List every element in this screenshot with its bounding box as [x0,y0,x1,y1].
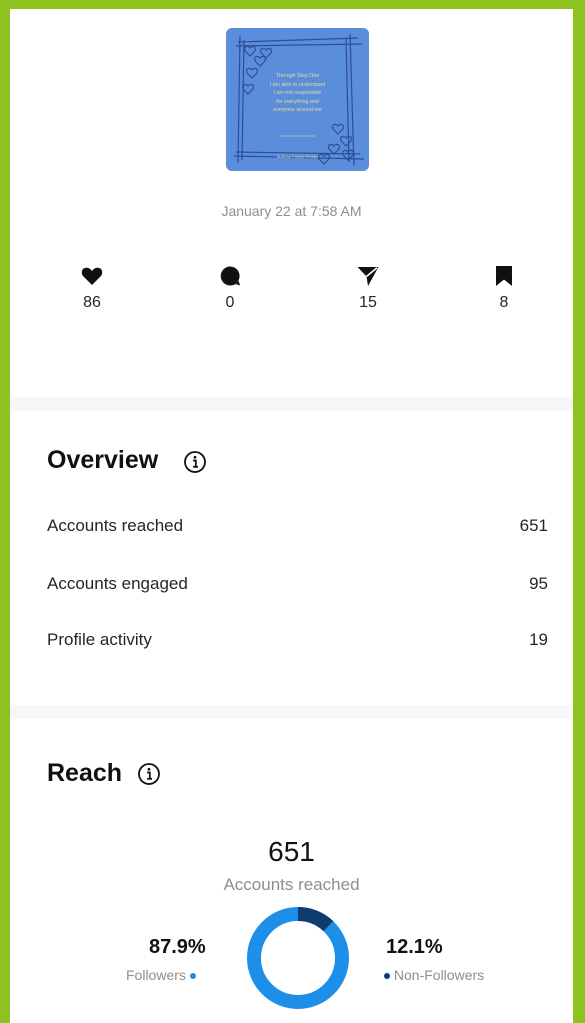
row-label: Profile activity [47,630,152,649]
comments-stat[interactable]: 0 [190,265,270,312]
followers-legend-label: Followers [126,967,186,983]
overview-title: Overview [47,446,159,474]
overview-row-accounts-reached[interactable]: Accounts reached 651 [47,516,548,538]
reach-total: 651 [268,836,315,867]
quote-line: Through Step One [275,73,320,79]
engagement-stats: 86 0 15 8 [10,265,573,325]
row-value: 651 [519,516,548,535]
quote-line: everyone around me [273,107,322,114]
non-followers-dot-icon [384,973,390,980]
quote-signature: Al-Anon Family Groups [276,154,319,159]
reach-total-label: Accounts reached [223,875,360,894]
shares-stat[interactable]: 15 [328,265,408,312]
non-followers-legend-label: Non-Followers [393,967,485,983]
insights-panel: Through Step One I am able to understand… [10,9,573,1023]
post-date: January 22 at 7:58 AM [221,203,362,219]
overview-row-profile-activity[interactable]: Profile activity 19 [47,630,548,652]
bookmark-icon [496,266,512,286]
heart-icon [81,267,103,285]
row-value: 19 [529,630,548,649]
likes-stat[interactable]: 86 [52,265,132,312]
row-value: 95 [529,574,548,593]
saves-stat[interactable]: 8 [464,265,544,312]
comment-icon [220,266,240,286]
quote-line: I am not responsible [273,90,322,97]
comments-count: 0 [225,294,235,311]
info-icon[interactable] [137,762,161,786]
section-divider [10,705,573,719]
row-label: Accounts engaged [47,574,188,593]
post-summary: Through Step One I am able to understand… [10,9,573,397]
non-followers-percent: 12.1% [386,936,443,958]
followers-ring-segment [247,907,349,1009]
share-icon [357,267,379,286]
section-divider [10,397,573,411]
followers-dot-icon [189,973,196,980]
row-label: Accounts reached [47,516,184,535]
shares-count: 15 [359,294,377,311]
likes-count: 86 [83,294,101,311]
followers-legend: Followers [126,967,196,983]
quote-line: for everything and [276,98,319,105]
reach-title: Reach [47,759,123,787]
saves-count: 8 [499,294,509,311]
followers-percent: 87.9% [149,936,206,958]
post-thumbnail[interactable]: Through Step One I am able to understand… [226,28,369,171]
info-icon[interactable] [183,450,207,474]
quote-text: Through Step One I am able to understand… [246,72,349,115]
quote-line: I am able to understand [269,81,326,88]
overview-row-accounts-engaged[interactable]: Accounts engaged 95 [47,574,548,596]
reach-donut-chart [247,907,349,1009]
non-followers-legend: Non-Followers [384,967,484,983]
